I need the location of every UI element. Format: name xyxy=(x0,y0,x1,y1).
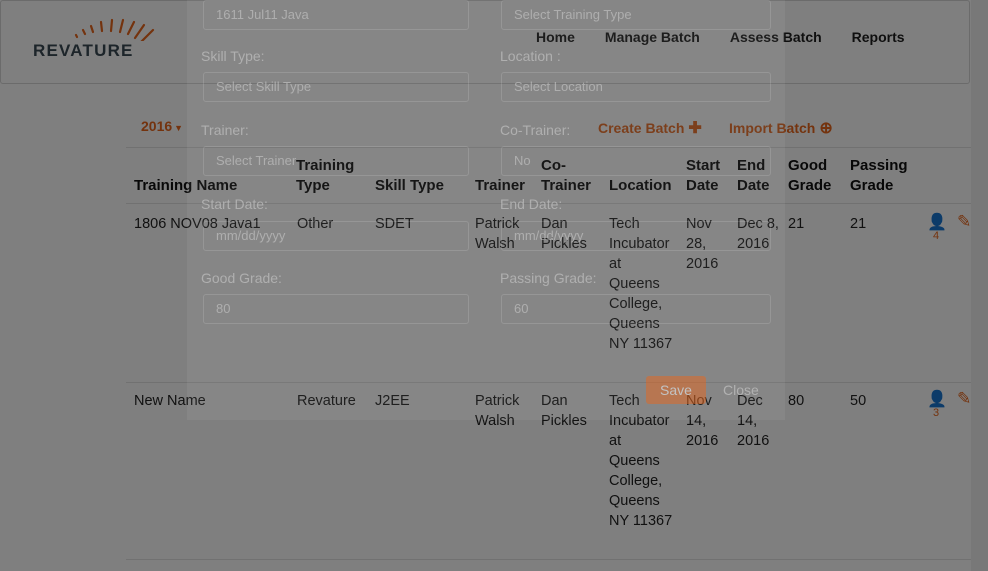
trainer-select[interactable]: Select Trainer xyxy=(203,146,469,176)
passing-grade-input[interactable]: 60 xyxy=(501,294,771,324)
start-date-label: Start Date: xyxy=(201,196,268,212)
training-type-select[interactable]: Select Training Type xyxy=(501,0,771,30)
start-date-input[interactable]: mm/dd/yyyy xyxy=(203,221,469,251)
end-date-label: End Date: xyxy=(500,196,563,212)
co-trainer-label: Co-Trainer: xyxy=(500,122,571,138)
trainer-label: Trainer: xyxy=(201,122,249,138)
edit-batch-modal: 1611 Jul11 Java Select Training Type Ski… xyxy=(187,0,785,420)
good-grade-label: Good Grade: xyxy=(201,270,282,286)
passing-grade-label: Passing Grade: xyxy=(500,270,597,286)
skill-type-label: Skill Type: xyxy=(201,48,265,64)
close-button[interactable]: Close xyxy=(709,376,773,404)
training-name-input[interactable]: 1611 Jul11 Java xyxy=(203,0,469,30)
end-date-input[interactable]: mm/dd/yyyy xyxy=(501,221,771,251)
skill-type-select[interactable]: Select Skill Type xyxy=(203,72,469,102)
co-trainer-select[interactable]: No xyxy=(501,146,771,176)
location-label: Location : xyxy=(500,48,561,64)
save-button[interactable]: Save xyxy=(646,376,706,404)
location-select[interactable]: Select Location xyxy=(501,72,771,102)
good-grade-input[interactable]: 80 xyxy=(203,294,469,324)
